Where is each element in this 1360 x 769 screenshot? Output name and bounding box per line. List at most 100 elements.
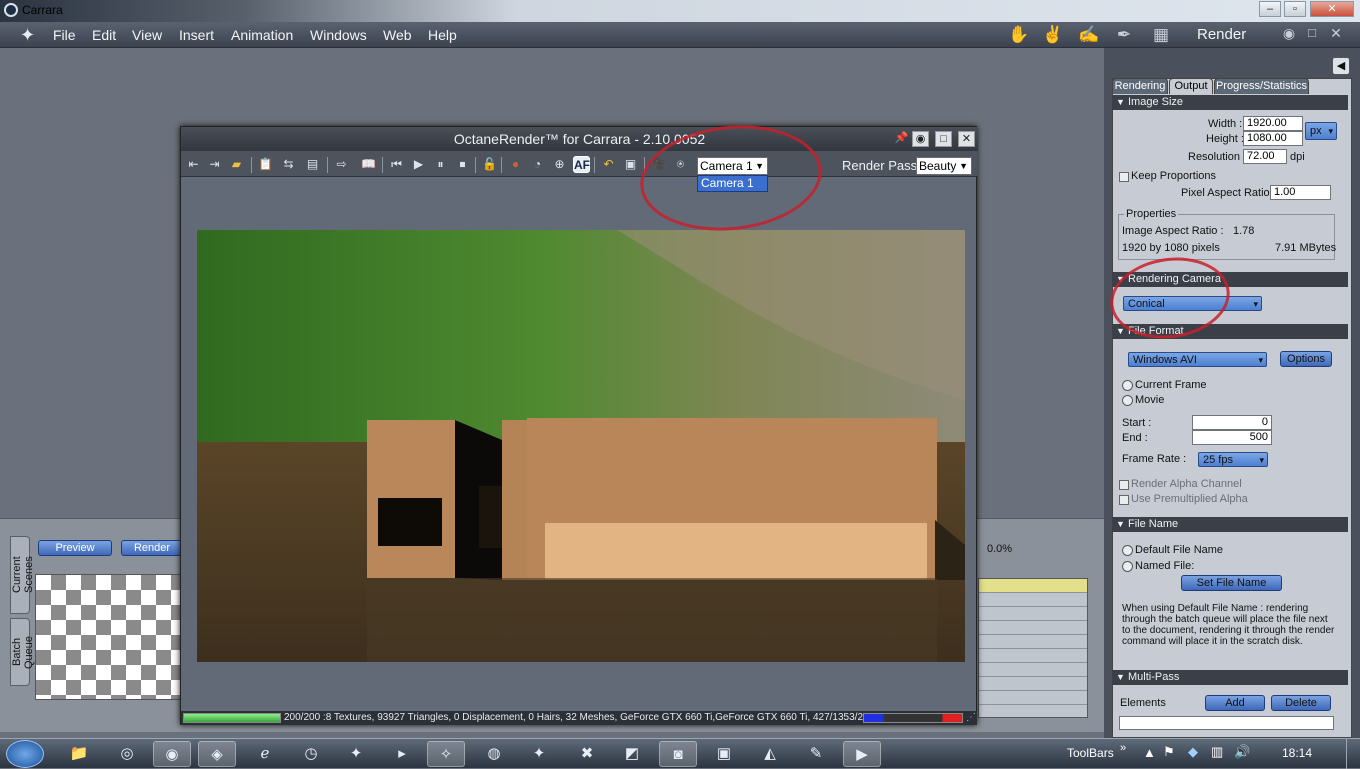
close-icon[interactable]: ✕ — [958, 131, 975, 147]
app-icon[interactable]: ◭ — [751, 741, 789, 767]
default-file-name-radio[interactable] — [1122, 545, 1133, 556]
color-picker-icon[interactable]: ● — [507, 156, 524, 173]
app-icon[interactable]: ✦ — [337, 741, 375, 767]
assemble-room-icon[interactable]: ✋ — [1008, 25, 1030, 45]
list-item[interactable] — [979, 691, 1087, 705]
notepad-icon[interactable]: ✎ — [797, 741, 835, 767]
app-icon[interactable]: ◙ — [659, 741, 697, 767]
movie-radio[interactable] — [1122, 395, 1133, 406]
rewind-icon[interactable]: ⏮ — [388, 156, 405, 173]
folder-icon[interactable]: ▰ — [228, 156, 245, 173]
set-file-name-button[interactable]: Set File Name — [1181, 575, 1282, 591]
start-button[interactable] — [6, 740, 44, 768]
alpha-channel-checkbox[interactable] — [1119, 480, 1129, 490]
export-icon[interactable]: ⇤ — [185, 156, 202, 173]
menu-insert[interactable]: Insert — [179, 27, 214, 43]
tab-current-scenes[interactable]: Current Scenes — [10, 536, 35, 614]
options-button[interactable]: Options — [1280, 351, 1332, 367]
app-icon[interactable]: ▸ — [383, 741, 421, 767]
tab-batch-queue[interactable]: Batch Queue — [10, 618, 35, 686]
tab-progress-statistics[interactable]: Progress/Statistics — [1214, 78, 1309, 94]
app-icon[interactable]: ◷ — [292, 741, 330, 767]
file-name-header[interactable]: ▼ File Name — [1112, 517, 1348, 532]
list-item[interactable] — [979, 593, 1087, 607]
list-item[interactable] — [979, 635, 1087, 649]
clipboard-icon[interactable]: 📋 — [257, 156, 274, 173]
render-button[interactable]: Render — [121, 540, 183, 556]
menu-file[interactable]: File — [53, 27, 76, 43]
batch-queue-list[interactable] — [978, 578, 1088, 718]
keep-proportions-checkbox[interactable] — [1119, 172, 1129, 182]
unit-select[interactable]: px ▾ — [1305, 122, 1337, 140]
menu-edit[interactable]: Edit — [92, 27, 116, 43]
menu-web[interactable]: Web — [383, 27, 412, 43]
menu-view[interactable]: View — [132, 27, 162, 43]
book-icon[interactable]: 📖 — [360, 156, 377, 173]
add-element-button[interactable]: Add — [1205, 695, 1265, 711]
import-icon[interactable]: ⇥ — [206, 156, 223, 173]
app-icon[interactable]: ◈ — [198, 741, 236, 767]
current-frame-radio[interactable] — [1122, 380, 1133, 391]
dropbox-icon[interactable]: ◆ — [1188, 744, 1198, 760]
flag-icon[interactable]: ⚑ — [1163, 744, 1175, 760]
maximize-button[interactable]: ▫ — [1284, 1, 1306, 17]
multi-pass-header[interactable]: ▼ Multi-Pass — [1112, 670, 1348, 685]
tab-rendering[interactable]: Rendering — [1112, 78, 1168, 94]
model-room-icon[interactable]: ✌ — [1042, 25, 1064, 45]
tray-expand-icon[interactable]: ▲ — [1143, 745, 1156, 760]
media-player-icon[interactable]: ▶ — [843, 741, 881, 767]
chevron-right-icon[interactable]: » — [1120, 742, 1126, 754]
elements-list[interactable] — [1119, 716, 1334, 730]
toolbars-label[interactable]: ToolBars — [1067, 746, 1114, 760]
texture-room-icon[interactable]: ✒ — [1113, 25, 1135, 45]
ie-icon[interactable]: ℯ — [246, 741, 284, 767]
menu-windows[interactable]: Windows — [310, 27, 367, 43]
tab-output[interactable]: Output — [1169, 78, 1213, 94]
list-item[interactable] — [979, 649, 1087, 663]
play-icon[interactable]: ▶ — [410, 156, 427, 173]
pixel-aspect-field[interactable]: 1.00 — [1270, 185, 1331, 200]
list-item[interactable] — [979, 677, 1087, 691]
menu-animation[interactable]: Animation — [231, 27, 293, 43]
app-icon[interactable]: ✦ — [520, 741, 558, 767]
app-icon[interactable]: ▣ — [705, 741, 743, 767]
render-viewport[interactable] — [197, 230, 965, 662]
list-item[interactable] — [979, 607, 1087, 621]
named-file-radio[interactable] — [1122, 561, 1133, 572]
render-pass-select[interactable]: Beauty ▼ — [916, 157, 972, 175]
send-icon[interactable]: ⇨ — [333, 156, 350, 173]
target-icon[interactable]: ⊕ — [551, 156, 568, 173]
list-item[interactable] — [979, 621, 1087, 635]
pause-icon[interactable]: ⏸ — [432, 156, 449, 173]
delete-element-button[interactable]: Delete — [1271, 695, 1331, 711]
preview-button[interactable]: Preview — [38, 540, 112, 556]
render-room-icon[interactable]: ▦ — [1150, 25, 1172, 45]
firefox-icon[interactable]: ◉ — [153, 741, 191, 767]
close-window-button[interactable]: ✕ — [1310, 1, 1354, 17]
minimize-button[interactable]: – — [1259, 1, 1281, 17]
resolution-field[interactable]: 72.00 — [1243, 149, 1287, 164]
undo-icon[interactable]: ↶ — [600, 156, 617, 173]
list-item[interactable] — [979, 663, 1087, 677]
region-icon[interactable]: ▣ — [622, 156, 639, 173]
app-icon[interactable]: ✖ — [568, 741, 606, 767]
menu-help[interactable]: Help — [428, 27, 457, 43]
image-size-header[interactable]: ▼ Image Size — [1112, 95, 1348, 110]
storyboard-room-icon[interactable]: ✍ — [1078, 25, 1100, 45]
width-field[interactable]: 1920.00 — [1243, 116, 1303, 131]
maximize-panel-icon[interactable]: □ — [1301, 25, 1323, 45]
list-item[interactable] — [979, 579, 1087, 593]
file-format-select[interactable]: Windows AVI ▾ — [1128, 352, 1267, 367]
explorer-icon[interactable]: 📁 — [60, 741, 98, 767]
autofocus-button[interactable]: AF — [573, 156, 590, 173]
lock-icon[interactable]: 🔓 — [481, 156, 498, 173]
clock[interactable]: 18:14 — [1282, 746, 1312, 760]
show-desktop-button[interactable] — [1346, 739, 1360, 769]
start-field[interactable]: 0 — [1192, 415, 1272, 430]
focus-icon[interactable]: ◔ — [529, 156, 546, 173]
stop-icon[interactable]: ⏹ — [454, 156, 471, 173]
eye-icon[interactable]: ◉ — [1278, 25, 1300, 45]
premultiplied-checkbox[interactable] — [1119, 495, 1129, 505]
blender-icon[interactable]: ◍ — [475, 741, 513, 767]
close-panel-icon[interactable]: ✕ — [1325, 25, 1347, 45]
